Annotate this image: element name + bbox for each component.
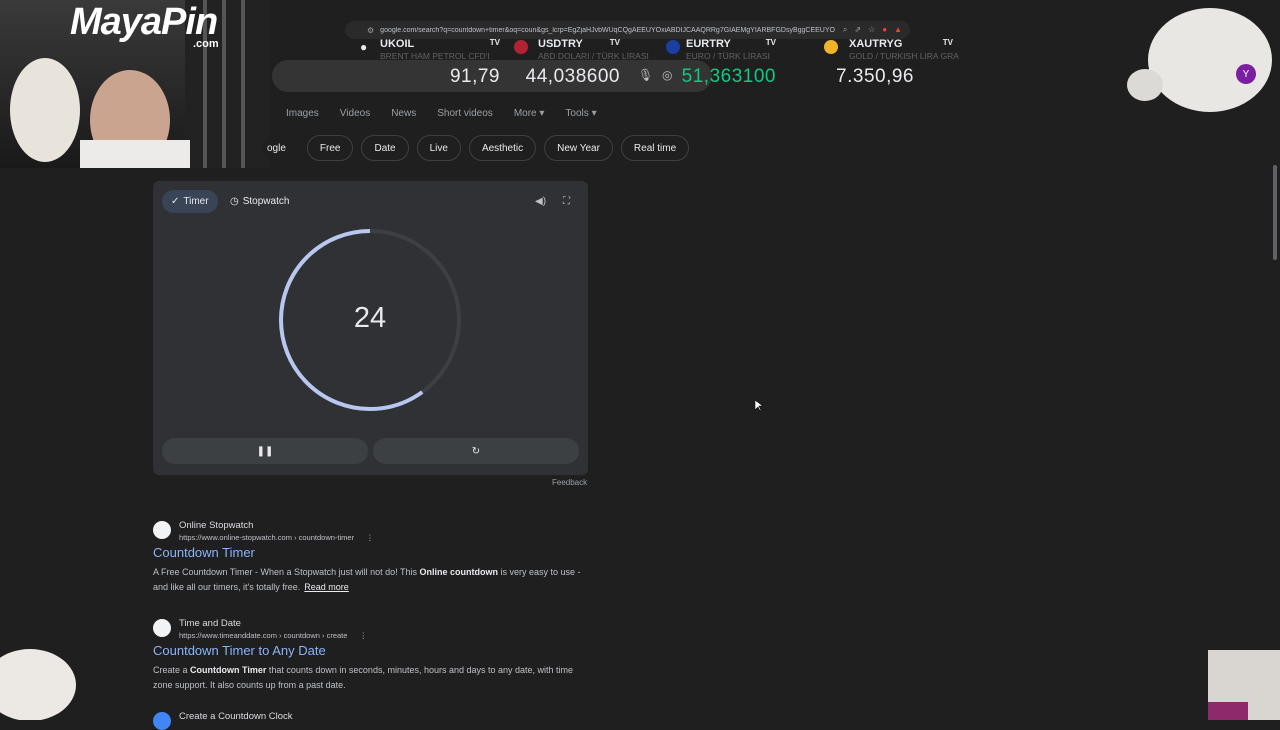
snippet-text: Create a xyxy=(153,665,191,675)
more-options-icon[interactable]: ⋮ xyxy=(360,631,368,640)
extension-icon[interactable]: ● xyxy=(882,25,887,35)
chip[interactable]: Free xyxy=(306,135,354,161)
cat-overlay-bottom-left xyxy=(0,649,76,720)
timer-widget: ✓ Timer ◷ Stopwatch ◀) ⛶ 24 ❚❚ ↻ xyxy=(153,181,588,475)
cat-overlay-top-right xyxy=(1127,8,1272,112)
ticker-price: 91,79 xyxy=(449,66,500,87)
scrollbar-thumb[interactable] xyxy=(1273,165,1277,260)
warning-icon[interactable]: ▲ xyxy=(894,25,902,35)
result-title-link[interactable]: Countdown Timer to Any Date xyxy=(153,643,326,658)
chip[interactable]: New Year xyxy=(544,135,613,161)
chip[interactable]: Live xyxy=(416,135,461,161)
reset-icon: ↻ xyxy=(471,445,481,457)
result-title-link[interactable]: Countdown Timer xyxy=(153,545,255,560)
snippet-bold: Online countdown xyxy=(419,567,498,577)
tab-short-videos[interactable]: Short videos xyxy=(437,108,493,119)
share-icon[interactable]: ⇗ xyxy=(854,25,861,35)
cat-overlay-bottom-right xyxy=(1208,650,1280,720)
ticker-subtitle: EURO / TÜRK LİRASI xyxy=(686,51,770,61)
tab-images[interactable]: Images xyxy=(286,108,319,119)
tab-news[interactable]: News xyxy=(391,108,416,119)
mouse-cursor-icon xyxy=(755,400,763,412)
account-avatar[interactable]: Y xyxy=(1236,64,1256,84)
site-favicon xyxy=(153,712,171,730)
address-bar-url[interactable]: google.com/search?q=countdown+timer&oq=c… xyxy=(380,27,835,34)
ticker-subtitle: ABD DOLARI / TÜRK LİRASI xyxy=(538,51,649,61)
result-url[interactable]: https://www.timeanddate.com › countdown … xyxy=(179,631,367,640)
result-site-name[interactable]: Online Stopwatch xyxy=(179,520,253,531)
volume-icon[interactable]: ◀) xyxy=(535,196,546,207)
eu-flag-icon xyxy=(666,40,680,54)
tab-tools-label: Tools xyxy=(565,108,589,119)
ticker-item: ● UKOIL BRENT HAM PETROL CFD'I TV 91,79 xyxy=(350,36,500,94)
ticker-symbol: UKOIL xyxy=(380,38,415,50)
tradingview-icon: TV xyxy=(942,38,953,47)
more-options-icon[interactable]: ⋮ xyxy=(366,533,374,542)
pause-button[interactable]: ❚❚ xyxy=(162,438,368,464)
timer-tab-label: Timer xyxy=(183,196,209,207)
price-ticker: ● UKOIL BRENT HAM PETROL CFD'I TV 91,79 … xyxy=(270,36,970,94)
ticker-symbol: XAUTRYG xyxy=(849,38,903,50)
site-info-icon[interactable]: ⚙ xyxy=(367,26,374,35)
zoom-icon[interactable]: ⌕ xyxy=(843,25,847,35)
stopwatch-tab[interactable]: ◷ Stopwatch xyxy=(230,190,289,213)
mayapin-logo-domain: .com xyxy=(193,38,219,50)
snippet-text: A Free Countdown Timer - When a Stopwatc… xyxy=(153,567,420,577)
timer-tab[interactable]: ✓ Timer xyxy=(162,190,218,213)
ticker-price: 51,363100 xyxy=(681,66,776,87)
tradingview-icon: TV xyxy=(765,38,776,47)
oil-drop-icon: ● xyxy=(360,40,368,54)
tab-tools[interactable]: Tools ▾ xyxy=(565,108,596,119)
pause-icon: ❚❚ xyxy=(256,445,274,457)
ticker-price: 7.350,96 xyxy=(836,66,914,87)
clock-icon: ◷ xyxy=(230,196,239,207)
stopwatch-tab-label: Stopwatch xyxy=(242,196,290,207)
tradingview-icon: TV xyxy=(489,38,500,47)
caret-down-icon: ▾ xyxy=(591,108,597,119)
result-snippet: A Free Countdown Timer - When a Stopwatc… xyxy=(153,565,583,595)
ticker-item: XAUTRYG GOLD / TURKISH LIRA GRA TV 7.350… xyxy=(816,36,961,94)
ticker-symbol: USDTRY xyxy=(538,38,583,50)
tradingview-icon: TV xyxy=(609,38,620,47)
chip[interactable]: Date xyxy=(361,135,409,161)
site-favicon xyxy=(153,619,171,637)
result-url[interactable]: https://www.online-stopwatch.com › count… xyxy=(179,533,374,542)
ticker-subtitle: BRENT HAM PETROL CFD'I xyxy=(380,51,490,61)
ticker-price: 44,038600 xyxy=(525,66,620,87)
tab-videos[interactable]: Videos xyxy=(340,108,370,119)
search-tabs: Images Videos News Short videos More ▾ T… xyxy=(286,108,597,119)
ticker-item: USDTRY ABD DOLARI / TÜRK LİRASI TV 44,03… xyxy=(500,36,649,94)
result-url-text: https://www.online-stopwatch.com › count… xyxy=(179,533,355,542)
caret-down-icon: ▾ xyxy=(539,108,545,119)
site-favicon xyxy=(153,521,171,539)
chip[interactable]: Real time xyxy=(620,135,690,161)
ticker-subtitle: GOLD / TURKISH LIRA GRA xyxy=(849,51,959,61)
gold-icon xyxy=(824,40,838,54)
ticker-symbol: EURTRY xyxy=(686,38,731,50)
tab-more-label: More xyxy=(513,108,537,119)
result-url-text: https://www.timeanddate.com › countdown … xyxy=(179,631,348,640)
result-site-name[interactable]: Time and Date xyxy=(179,618,241,629)
tab-more[interactable]: More ▾ xyxy=(514,108,545,119)
us-flag-icon xyxy=(514,40,528,54)
timer-count: 24 xyxy=(353,302,387,334)
result-snippet: Create a Countdown Timer that counts dow… xyxy=(153,663,583,693)
streamer-webcam: MayaPin .com xyxy=(0,0,270,170)
result-site-name[interactable]: Create a Countdown Clock xyxy=(179,711,293,722)
snippet-bold: Countdown Timer xyxy=(190,665,267,675)
read-more-link[interactable]: Read more xyxy=(304,582,349,592)
ticker-item: EURTRY EURO / TÜRK LİRASI TV 51,363100 xyxy=(660,36,776,94)
chip[interactable]: Aesthetic xyxy=(468,135,537,161)
chip[interactable]: ogle xyxy=(262,135,299,161)
check-icon: ✓ xyxy=(171,196,180,207)
filter-chips: ogle Free Date Live Aesthetic New Year R… xyxy=(262,135,690,161)
fullscreen-icon[interactable]: ⛶ xyxy=(563,196,570,207)
reset-button[interactable]: ↻ xyxy=(373,438,579,464)
star-icon[interactable]: ☆ xyxy=(868,25,875,35)
feedback-link[interactable]: Feedback xyxy=(552,478,587,487)
